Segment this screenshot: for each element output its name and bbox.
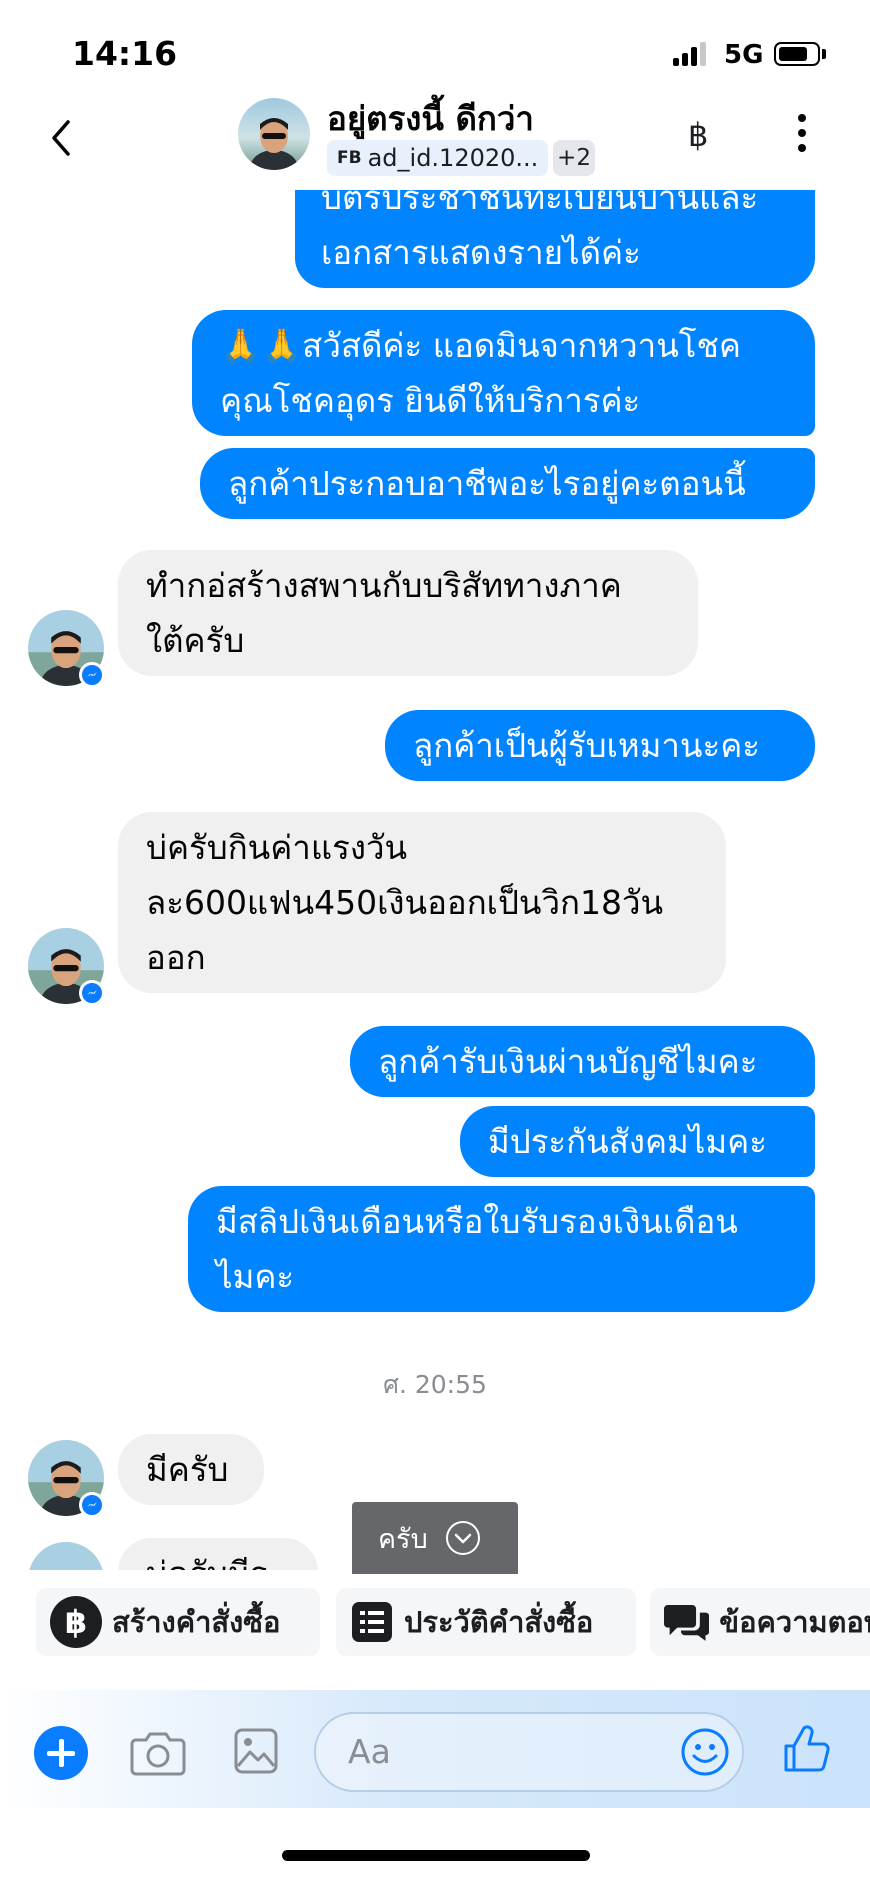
order-list-icon	[352, 1602, 392, 1642]
quick-actions-bar: ฿ สร้างคำสั่งซื้อ ประวัติคำสั่งซื้อ ข้อค…	[0, 1588, 870, 1658]
saved-replies-button[interactable]: ข้อความตอบกลับ	[650, 1588, 870, 1656]
outgoing-message[interactable]: ลูกค้าเป็นผู้รับเหมานะคะ	[385, 710, 815, 781]
quick-action-label: ประวัติคำสั่งซื้อ	[404, 1605, 594, 1639]
network-type: 5G	[724, 40, 764, 70]
status-bar: 14:16 5G	[0, 0, 870, 100]
message-line: ละ600แฟน450เงินออกเป็นวิก18วัน	[146, 883, 664, 922]
messenger-icon	[79, 1492, 105, 1518]
baht-icon: ฿	[50, 1596, 102, 1648]
status-time: 14:16	[72, 34, 178, 73]
message-line: ใต้ครับ	[146, 621, 245, 660]
facebook-icon: FB	[337, 148, 362, 168]
message-line: บัตรประชาชนทะเบียนบ้านและ	[321, 190, 759, 217]
contact-name: อยู่ตรงนี้ ดีกว่า	[327, 99, 534, 138]
message-line: เอกสารแสดงรายได้ค่ะ	[321, 233, 641, 272]
camera-icon[interactable]	[130, 1728, 186, 1776]
conversation-header: อยู่ตรงนี้ ดีกว่า FB ad_id.12020... +2 ฿	[0, 90, 870, 190]
message-composer: Aa	[0, 1690, 870, 1808]
message-line: ลูกค้าเป็นผู้รับเหมานะคะ	[413, 726, 760, 765]
jump-label: ครับ	[378, 1523, 428, 1555]
outgoing-message[interactable]: มีสลิปเงินเดือนหรือใบรับรองเงินเดือน ไมค…	[188, 1186, 815, 1312]
home-indicator	[282, 1850, 590, 1861]
ad-id-label: ad_id.12020...	[367, 144, 539, 172]
ad-source-chip[interactable]: FB ad_id.12020...	[327, 140, 549, 176]
jump-to-latest-button[interactable]: ครับ	[352, 1502, 518, 1574]
chevron-down-icon	[445, 1521, 480, 1555]
signal-strength-icon	[673, 42, 709, 66]
message-line: คุณโชคอุดร ยินดีให้บริการค่ะ	[220, 381, 641, 420]
sender-avatar[interactable]	[28, 1542, 104, 1570]
message-line: มีประกันสังคมไมคะ	[488, 1122, 767, 1161]
outgoing-message[interactable]: 🙏🙏สวัสดีค่ะ แอดมินจากหวานโชค คุณโชคอุดร …	[192, 310, 815, 436]
order-history-button[interactable]: ประวัติคำสั่งซื้อ	[336, 1588, 636, 1656]
message-line: ลูกค้ารับเงินผ่านบัญชีไมคะ	[378, 1042, 758, 1081]
message-line: มีครับ	[146, 1450, 229, 1489]
emoji-icon[interactable]	[680, 1727, 730, 1777]
incoming-message[interactable]: มีครับ	[118, 1434, 264, 1505]
battery-icon	[774, 42, 820, 66]
messenger-icon	[79, 980, 105, 1006]
message-line: ทำกอ่สร้างสพานกับบริสัททางภาค	[146, 566, 622, 605]
outgoing-message[interactable]: ลูกค้าประกอบอาชีพอะไรอยู่คะตอนนี้	[200, 448, 815, 519]
gallery-icon[interactable]	[234, 1728, 278, 1774]
saved-replies-icon	[664, 1605, 710, 1641]
battery-tip	[822, 49, 826, 59]
incoming-message[interactable]: บ่ครับกินค่าแรงวัน ละ600แฟน450เงินออกเป็…	[118, 812, 726, 993]
more-options-icon[interactable]	[790, 114, 814, 154]
baht-icon[interactable]: ฿	[688, 116, 708, 154]
quick-action-label: สร้างคำสั่งซื้อ	[112, 1605, 281, 1639]
message-line: มีสลิปเงินเดือนหรือใบรับรองเงินเดือน	[216, 1202, 738, 1241]
message-line: ไมคะ	[216, 1257, 295, 1296]
messenger-icon	[79, 662, 105, 688]
more-labels-chip[interactable]: +2	[553, 140, 595, 176]
message-line: ออก	[146, 938, 206, 977]
outgoing-message[interactable]: มีประกันสังคมไมคะ	[460, 1106, 815, 1177]
message-line: บ่ครับกินค่าแรงวัน	[146, 828, 408, 867]
contact-avatar[interactable]	[238, 98, 310, 170]
like-icon[interactable]	[782, 1724, 832, 1774]
chevron-left-icon	[52, 120, 70, 156]
outgoing-message[interactable]: ลูกค้ารับเงินผ่านบัญชีไมคะ	[350, 1026, 815, 1097]
create-order-button[interactable]: ฿ สร้างคำสั่งซื้อ	[36, 1588, 320, 1656]
message-timestamp: ศ. 20:55	[383, 1370, 487, 1399]
back-button[interactable]	[44, 108, 84, 168]
outgoing-message[interactable]: บัตรประชาชนทะเบียนบ้านและ เอกสารแสดงรายไ…	[295, 190, 815, 288]
message-line: บ่ครับมีร	[146, 1546, 290, 1570]
plus-icon[interactable]	[34, 1726, 88, 1780]
message-thread[interactable]: บัตรประชาชนทะเบียนบ้านและ เอกสารแสดงรายไ…	[0, 190, 870, 1570]
message-line: ลูกค้าประกอบอาชีพอะไรอยู่คะตอนนี้	[228, 464, 746, 503]
incoming-message[interactable]: บ่ครับมีร	[118, 1538, 318, 1570]
quick-action-label: ข้อความตอบกลับ	[719, 1605, 870, 1639]
svg-text:฿: ฿	[65, 1603, 87, 1641]
message-line: 🙏🙏สวัสดีค่ะ แอดมินจากหวานโชค	[220, 326, 741, 365]
incoming-message[interactable]: ทำกอ่สร้างสพานกับบริสัททางภาค ใต้ครับ	[118, 550, 698, 676]
